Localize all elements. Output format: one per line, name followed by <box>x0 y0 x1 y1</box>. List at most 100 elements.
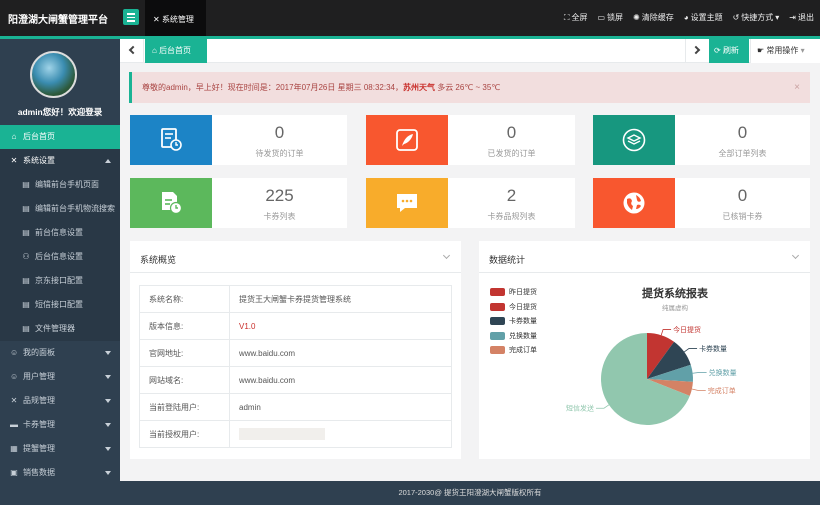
welcome-text: admin您好！欢迎登录 <box>17 107 103 117</box>
sidebar-item-jd-api[interactable]: ▤ 京东接口配置 <box>0 269 120 293</box>
clear-cache-button[interactable]: ✺ 清除缓存 <box>633 12 674 23</box>
stat-icon-box <box>593 178 675 228</box>
pie-label: 今日提货 <box>673 325 701 334</box>
sidebar-item-card-management[interactable]: ▬ 卡券管理 <box>0 413 120 437</box>
top-header: 阳澄湖大闸蟹管理平台 ✕ 系统管理 ⛶ 全屏 ▭ 锁屏 ✺ 清除缓存 ◕ 设置主题 ↺ 快… <box>0 0 820 36</box>
menu-toggle-button[interactable] <box>123 9 139 25</box>
content-tabbar: ⌂ 后台首页 ⟳ 刷新 ☛ 常用操作 ▾ <box>120 39 820 63</box>
stat-card-shipped-orders[interactable]: 0 已发货的订单 <box>366 115 575 165</box>
sidebar-item-edit-logistics-search[interactable]: ▤ 编辑前台手机物流搜索 <box>0 197 120 221</box>
logout-button[interactable]: ⇥ 退出 <box>789 12 814 23</box>
sidebar-item-pickup-management[interactable]: ▦ 提蟹管理 <box>0 437 120 461</box>
sidebar-item-spec-management[interactable]: ✕ 品规管理 <box>0 389 120 413</box>
card-time-icon <box>162 192 183 215</box>
tabs-scroll-left-button[interactable] <box>120 39 144 63</box>
table-row: 当前授权用户: <box>139 420 452 448</box>
lock-screen-button[interactable]: ▭ 锁屏 <box>597 12 623 23</box>
shortcuts-dropdown[interactable]: ↺ 快捷方式 ▾ <box>733 12 780 23</box>
stat-card-all-orders[interactable]: 0 全部订单列表 <box>593 115 810 165</box>
table-row: 官网地址: www.baidu.com <box>139 339 452 367</box>
sidebar-item-frontend-settings[interactable]: ▤ 前台信息设置 <box>0 221 120 245</box>
stat-icon-box <box>130 115 212 165</box>
hand-icon: ☛ <box>757 46 767 55</box>
pie-label: 完成订单 <box>708 386 736 395</box>
system-info-table: 系统名称: 提货王大闸蟹卡券提货管理系统 版本信息: V1.0 官网地址: www.b… <box>139 285 452 448</box>
caret-down-icon <box>105 351 111 355</box>
chevron-down-icon[interactable] <box>442 251 451 260</box>
pie-chart: 今日提货卡券数量兑换数量完成订单短信发送 <box>566 325 737 425</box>
theme-button[interactable]: ◕ 设置主题 <box>684 12 723 23</box>
stat-label: 已核销卡券 <box>722 212 763 221</box>
stat-card-redeemed-coupons[interactable]: 0 已核销卡券 <box>593 178 810 228</box>
card-icon: ▬ <box>10 420 18 429</box>
pie-label: 短信发送 <box>566 404 594 413</box>
chart-icon: ▣ <box>10 468 18 477</box>
caret-down-icon: ▾ <box>798 46 805 55</box>
sidebar-item-home[interactable]: ⌂ 后台首页 <box>0 125 120 149</box>
refresh-button[interactable]: ⟳ 刷新 <box>709 39 749 63</box>
chat-icon <box>397 194 417 212</box>
top-actions: ⛶ 全屏 ▭ 锁屏 ✺ 清除缓存 ◕ 设置主题 ↺ 快捷方式 ▾ ⇥ 退出 <box>564 12 814 23</box>
sidebar: admin您好！欢迎登录 ⌂ 后台首页 ✕ 系统设置 ▤ 编辑前台手机页面 ▤ 编辑前台… <box>0 39 120 505</box>
fullscreen-button[interactable]: ⛶ 全屏 <box>564 12 588 23</box>
stat-card-coupons[interactable]: 225 卡券列表 <box>130 178 347 228</box>
tab-label: 系统管理 <box>161 15 194 24</box>
stat-label: 卡券列表 <box>263 212 296 221</box>
list-icon: ▤ <box>22 324 30 333</box>
redacted-value <box>239 428 325 440</box>
system-overview-panel: 系统概览 系统名称: 提货王大闸蟹卡券提货管理系统 版本信息: V1.0 官网地址:… <box>130 241 461 459</box>
data-stats-panel: 数据统计 昨日提货 今日提货 卡券数量 兑换数量 完成订单 提货系统报表 纯属虚… <box>479 241 810 459</box>
stat-label: 已发货的订单 <box>487 149 536 158</box>
caret-down-icon <box>105 447 111 451</box>
weather-value: 多云 26℃ ~ 35℃ <box>434 83 501 92</box>
pie-label-line <box>691 388 706 391</box>
stat-value: 0 <box>737 123 748 142</box>
close-icon[interactable]: × <box>794 72 800 103</box>
quill-icon <box>396 129 418 151</box>
wrench-icon: ✕ <box>10 396 18 405</box>
stat-value: 0 <box>737 186 748 205</box>
panel-title: 系统概览 <box>140 255 177 265</box>
sidebar-item-backend-settings[interactable]: ⚇ 后台信息设置 <box>0 245 120 269</box>
sidebar-nav: ⌂ 后台首页 ✕ 系统设置 ▤ 编辑前台手机页面 ▤ 编辑前台手机物流搜索 ▤ 前台信息设… <box>0 125 120 485</box>
welcome-alert: 尊敬的admin，早上好！现在时间是：2017年07月26日 星期三 08:32… <box>129 72 810 103</box>
sidebar-item-my-panel[interactable]: ☺ 我的面板 <box>0 341 120 365</box>
expand-icon: ⛶ <box>563 12 570 22</box>
stat-card-coupon-specs[interactable]: 2 卡券品规列表 <box>366 178 575 228</box>
sidebar-item-sms-api[interactable]: ▤ 短信接口配置 <box>0 293 120 317</box>
caret-down-icon <box>105 375 111 379</box>
tab-home[interactable]: ⌂ 后台首页 <box>145 39 207 63</box>
sidebar-item-edit-mobile-page[interactable]: ▤ 编辑前台手机页面 <box>0 173 120 197</box>
caret-down-icon <box>105 471 111 475</box>
table-row: 当前登陆用户: admin <box>139 393 452 421</box>
layers-icon <box>622 128 646 152</box>
avatar[interactable] <box>30 51 77 98</box>
sidebar-item-user-management[interactable]: ☺ 用户管理 <box>0 365 120 389</box>
sidebar-item-file-manager[interactable]: ▤ 文件管理器 <box>0 317 120 341</box>
chevron-left-icon <box>128 45 138 55</box>
list-icon: ▤ <box>22 228 30 237</box>
refresh-icon: ⟳ <box>714 46 723 55</box>
pie-label-line <box>595 404 610 409</box>
tabs-scroll-right-button[interactable] <box>685 39 709 63</box>
home-icon: ⌂ <box>152 46 160 55</box>
stat-card-pending-orders[interactable]: 0 待发货的订单 <box>130 115 347 165</box>
stat-icon-box <box>130 178 212 228</box>
common-actions-dropdown[interactable]: ☛ 常用操作 ▾ <box>750 39 820 63</box>
alert-text: 尊敬的admin，早上好！现在时间是：2017年07月26日 星期三 08:32… <box>142 83 403 92</box>
caret-down-icon: ▾ <box>775 13 780 22</box>
globe-icon <box>623 192 645 214</box>
spinner-icon: ✺ <box>633 13 640 22</box>
stat-value: 0 <box>274 123 285 142</box>
sidebar-item-system-settings[interactable]: ✕ 系统设置 <box>0 149 120 173</box>
table-row: 网站域名: www.baidu.com <box>139 366 452 394</box>
list-icon: ▤ <box>22 180 30 189</box>
stat-label: 全部订单列表 <box>718 149 767 158</box>
stat-value: 2 <box>506 186 517 205</box>
tab-system-management[interactable]: ✕ 系统管理 <box>145 0 206 36</box>
grid-icon: ▦ <box>10 444 18 453</box>
stat-icon-box <box>366 115 448 165</box>
stat-label: 卡券品规列表 <box>487 212 536 221</box>
footer: 2017-2030@ 提货王阳澄湖大闸蟹版权所有 <box>120 481 820 505</box>
sidebar-item-sales-data[interactable]: ▣ 销售数据 <box>0 461 120 485</box>
